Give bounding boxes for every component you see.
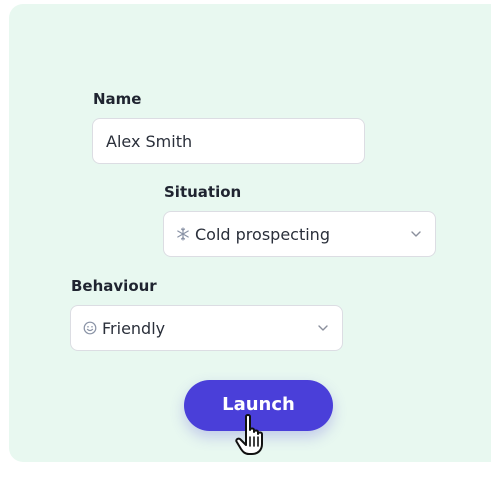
name-input[interactable]: Alex Smith [92,118,365,164]
snowflake-icon [177,226,189,241]
situation-select-value: Cold prospecting [195,224,330,244]
behaviour-select-value: Friendly [102,318,166,338]
name-input-value: Alex Smith [106,131,193,151]
chevron-down-icon [318,325,328,331]
situation-select[interactable]: Cold prospecting [163,211,436,257]
behaviour-label: Behaviour [71,277,157,295]
smiley-icon [83,321,97,334]
situation-label: Situation [164,183,242,201]
hand-pointer-cursor-icon [235,414,263,455]
behaviour-select[interactable]: Friendly [70,305,343,351]
chevron-down-icon [411,231,421,237]
name-label: Name [93,90,142,108]
